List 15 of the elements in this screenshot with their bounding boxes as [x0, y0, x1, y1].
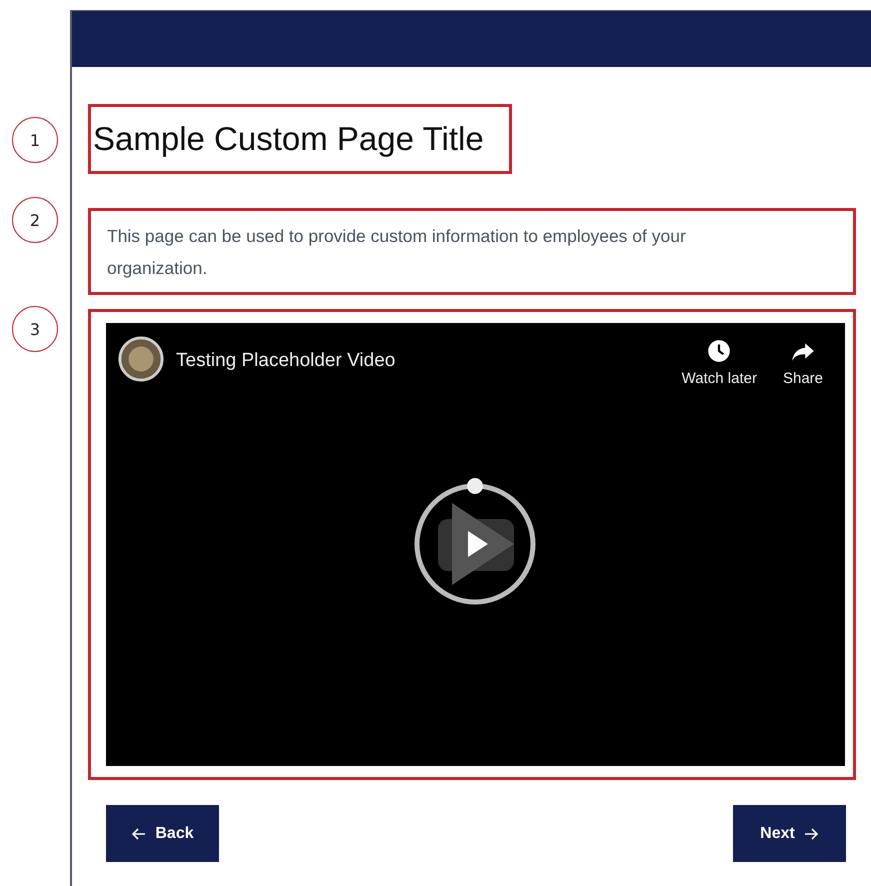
- back-button[interactable]: Back: [106, 805, 219, 862]
- video-title[interactable]: Testing Placeholder Video: [176, 350, 682, 372]
- next-button[interactable]: Next: [733, 805, 846, 862]
- callout-number: 2: [12, 197, 58, 243]
- channel-avatar-icon[interactable]: [118, 336, 164, 382]
- page-description: This page can be used to provide custom information to employees of your organization.: [107, 225, 687, 280]
- right-arrow-icon: [802, 826, 819, 842]
- left-arrow-icon: [131, 826, 148, 842]
- video-action-button[interactable]: Share: [782, 336, 823, 389]
- video-action-button[interactable]: Watch later: [682, 336, 757, 389]
- video-player[interactable]: Testing Placeholder Video Watch later Share: [106, 323, 845, 766]
- clock-icon: [706, 338, 732, 364]
- page-title: Sample Custom Page Title: [93, 120, 484, 158]
- callout-number: 3: [12, 306, 58, 352]
- callout-number: 1: [12, 117, 58, 163]
